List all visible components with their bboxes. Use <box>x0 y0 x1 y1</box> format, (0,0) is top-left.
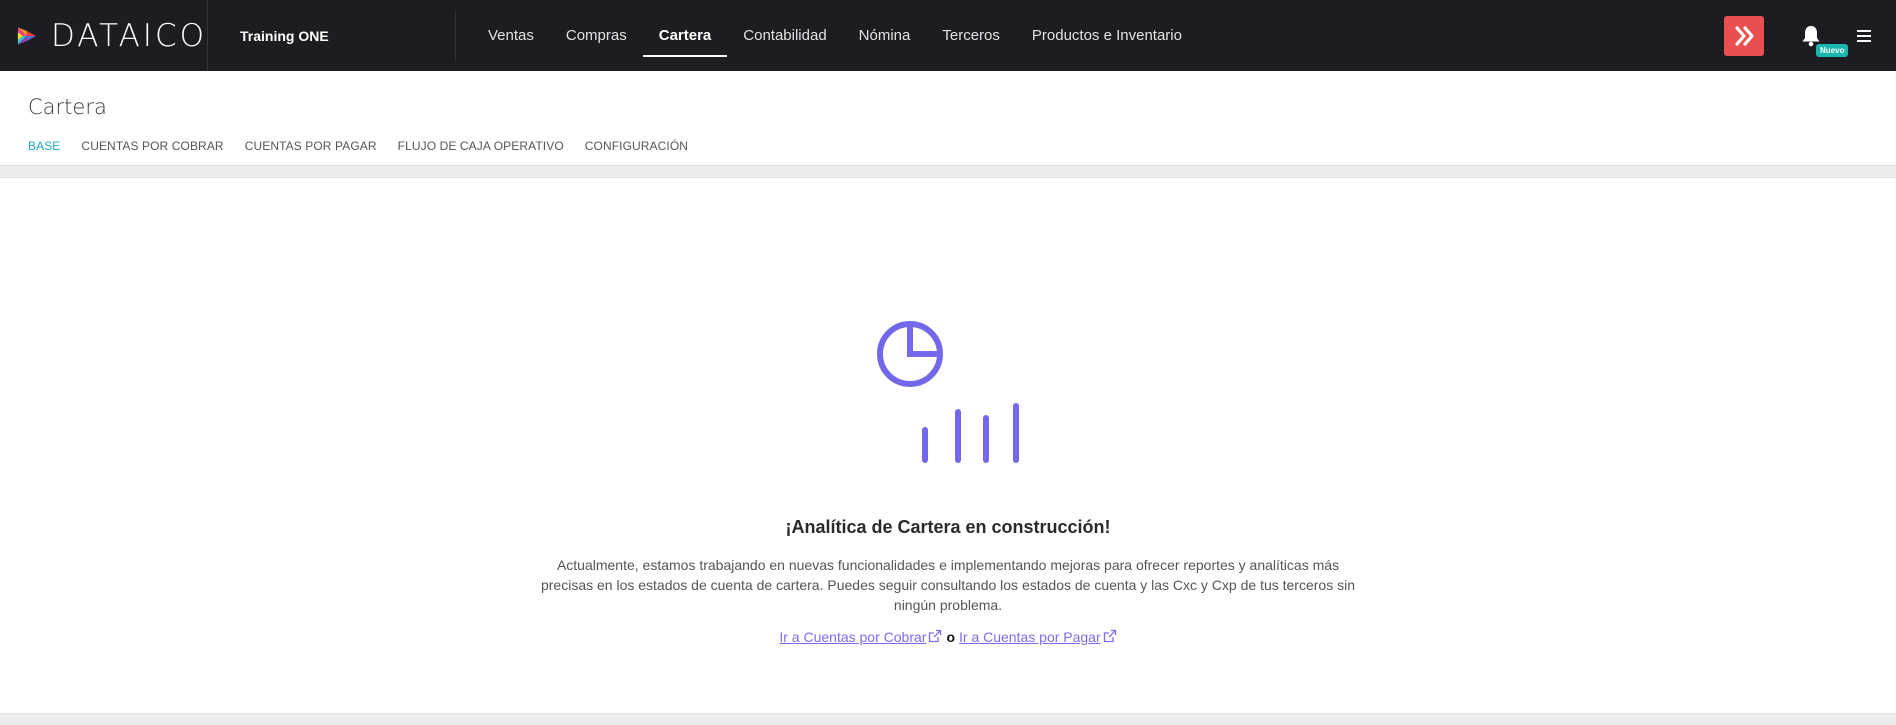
empty-state-description: Actualmente, estamos trabajando en nueva… <box>540 557 1355 613</box>
nav-item-cartera[interactable]: Cartera <box>642 0 728 71</box>
analytics-illustration-icon <box>877 321 1019 463</box>
tab-cuentas-por-pagar[interactable]: CUENTAS POR PAGAR <box>245 139 377 153</box>
empty-state-links: Ir a Cuentas por Cobrar o Ir a Cuentas por… <box>0 629 1896 645</box>
empty-state-title: ¡Analítica de Cartera en construcción! <box>785 517 1111 537</box>
nav-item-terceros[interactable]: Terceros <box>926 0 1016 71</box>
or-separator: o <box>946 629 955 645</box>
tab-flujo-de-caja-operativo[interactable]: FLUJO DE CAJA OPERATIVO <box>398 139 564 153</box>
top-navbar: DATAICO Training ONE Ventas Compras Cart… <box>0 0 1896 71</box>
main-nav: Ventas Compras Cartera Contabilidad Nómi… <box>472 0 1198 71</box>
nav-item-ventas[interactable]: Ventas <box>472 0 550 71</box>
extension-button[interactable] <box>1724 15 1764 56</box>
nav-item-productos-inventario[interactable]: Productos e Inventario <box>1016 0 1198 71</box>
link-cuentas-por-pagar[interactable]: Ir a Cuentas por Pagar <box>959 629 1117 645</box>
company-name[interactable]: Training ONE <box>208 10 456 61</box>
notifications-button[interactable]: Nuevo <box>1796 16 1849 57</box>
nav-item-compras[interactable]: Compras <box>550 0 643 71</box>
tab-base[interactable]: BASE <box>28 139 60 153</box>
dataico-logo-icon <box>17 26 36 45</box>
external-link-icon <box>1103 629 1116 643</box>
link-cuentas-por-pagar-label: Ir a Cuentas por Pagar <box>959 629 1101 645</box>
tab-configuracion[interactable]: CONFIGURACIÓN <box>585 139 688 153</box>
sub-tabs: BASE CUENTAS POR COBRAR CUENTAS POR PAGA… <box>28 139 709 153</box>
double-chevron-icon <box>1735 25 1754 46</box>
nav-item-nomina[interactable]: Nómina <box>843 0 927 71</box>
menu-button[interactable] <box>1844 16 1884 56</box>
nav-item-contabilidad[interactable]: Contabilidad <box>727 0 842 71</box>
tab-cuentas-por-cobrar[interactable]: CUENTAS POR COBRAR <box>81 139 223 153</box>
page-title: Cartera <box>28 95 107 119</box>
page-header: Cartera BASE CUENTAS POR COBRAR CUENTAS … <box>0 71 1896 166</box>
new-badge: Nuevo <box>1816 43 1849 57</box>
brand-name: DATAICO <box>50 17 207 54</box>
link-cuentas-por-cobrar-label: Ir a Cuentas por Cobrar <box>779 629 927 645</box>
link-cuentas-por-cobrar[interactable]: Ir a Cuentas por Cobrar <box>779 629 942 645</box>
hamburger-menu-icon <box>1857 29 1871 42</box>
external-link-icon <box>929 629 942 643</box>
brand[interactable]: DATAICO <box>0 0 208 71</box>
topbar-actions: Nuevo <box>1724 0 1896 71</box>
empty-state-panel: ¡Analítica de Cartera en construcción! A… <box>0 177 1896 714</box>
